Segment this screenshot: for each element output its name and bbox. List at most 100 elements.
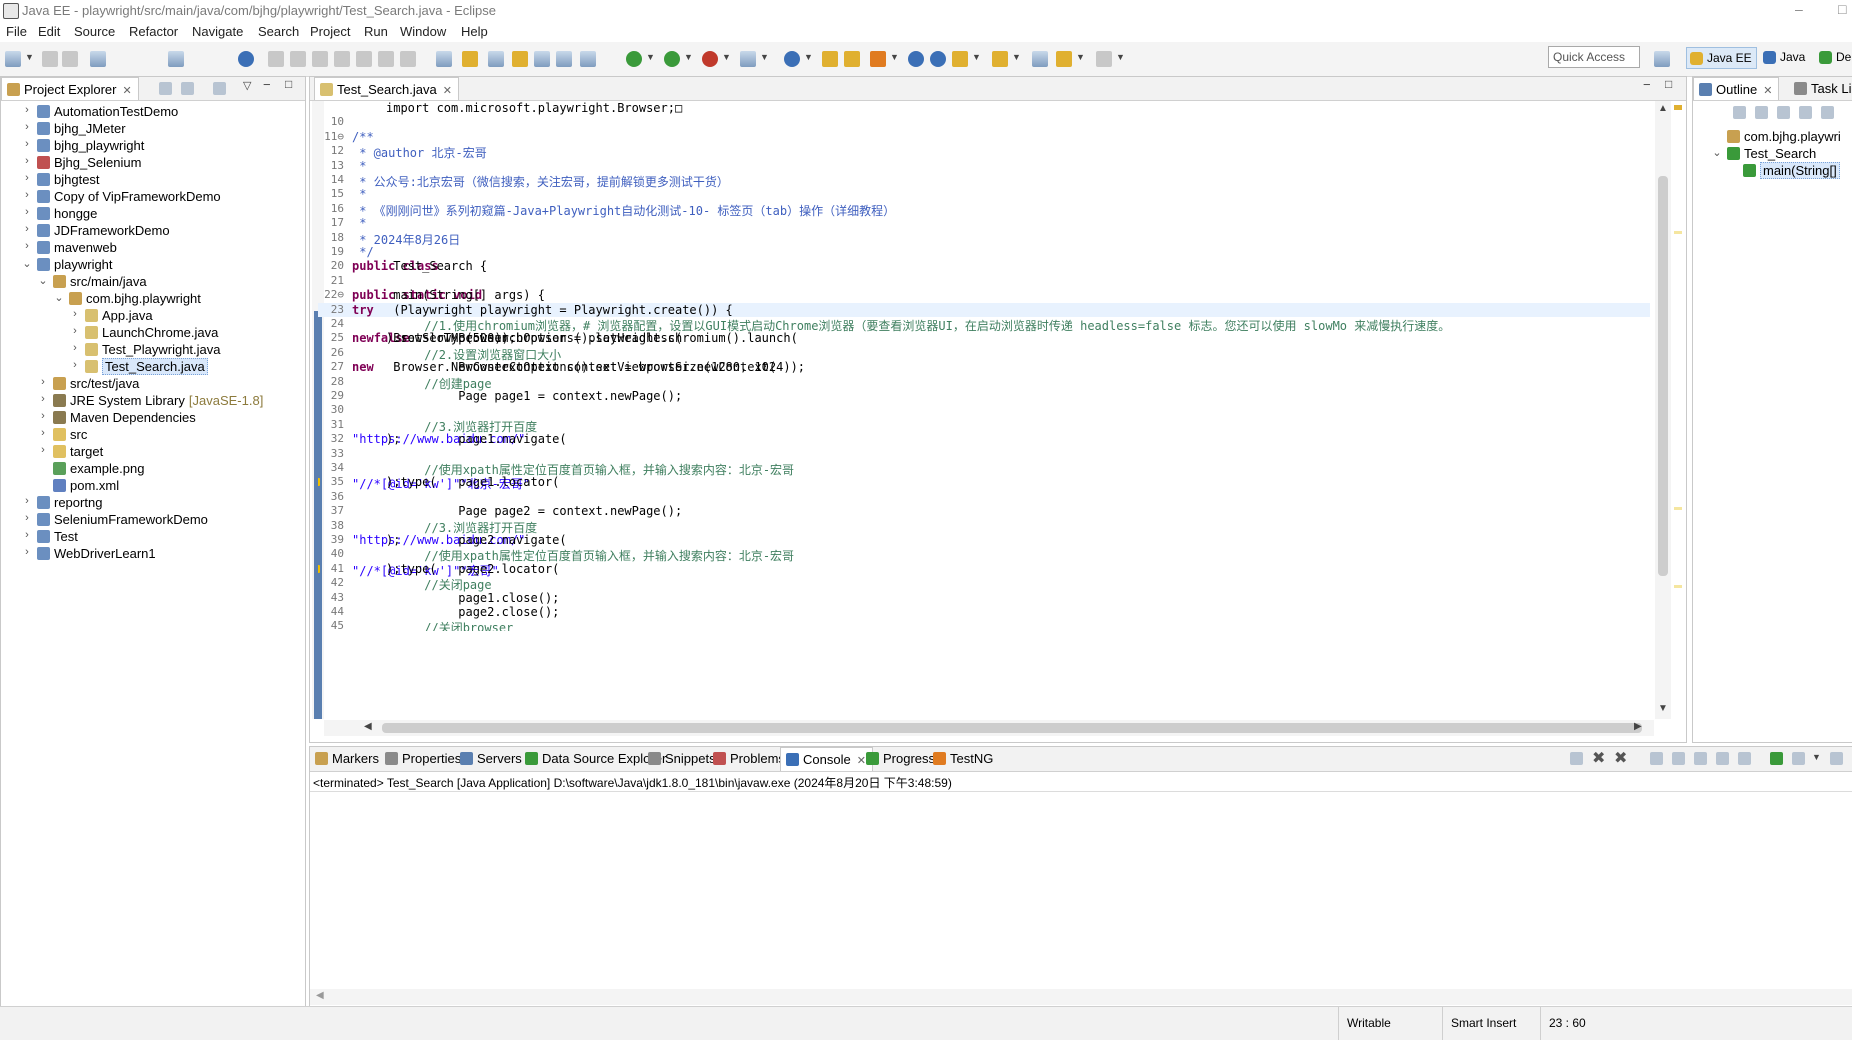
tree-item-jdframeworkdemo[interactable]: › JDFrameworkDemo (25, 223, 169, 240)
step-over-icon[interactable] (378, 51, 394, 67)
expand-arrow-icon[interactable]: › (37, 376, 49, 388)
tree-item-com-bjhg-playwright[interactable]: ⌄ com.bjhg.playwright (54, 291, 201, 308)
maximize-button[interactable]: □ (1838, 1, 1846, 17)
tree-item-bjhg-jmeter[interactable]: › bjhg_JMeter (25, 121, 125, 138)
tree-item-src[interactable]: › src (41, 427, 87, 444)
save-all-icon[interactable] (62, 51, 78, 67)
tree-item-bjhg-playwright[interactable]: › bjhg_playwright (25, 138, 144, 155)
next-annotation-dropdown-icon[interactable]: ▼ (972, 52, 981, 62)
expand-arrow-icon[interactable]: › (21, 546, 33, 558)
tab-testng[interactable]: TestNG (928, 747, 999, 771)
last-edit-location-icon[interactable] (1032, 51, 1048, 67)
code-line[interactable]: page1.locator("//*[@id='kw']").type("北京-… (352, 475, 559, 492)
menu-run[interactable]: Run (364, 24, 388, 39)
new-dropdown-icon[interactable]: ▼ (25, 52, 34, 62)
warning-icon[interactable] (318, 478, 320, 487)
run-icon[interactable] (664, 51, 680, 67)
tree-item-reportng[interactable]: › reportng (25, 495, 102, 512)
skip-breakpoints-icon[interactable] (238, 51, 254, 67)
expand-arrow-icon[interactable]: › (21, 240, 33, 252)
expand-arrow-icon[interactable]: › (21, 189, 33, 201)
tree-item-bjhg-selenium[interactable]: › Bjhg_Selenium (25, 155, 141, 172)
code-line[interactable]: * @author 北京-宏哥 (352, 144, 486, 161)
code-line[interactable]: * (352, 187, 366, 201)
show-on-error-icon[interactable] (1738, 752, 1751, 765)
toggle-block-selection-icon[interactable] (462, 51, 478, 67)
expand-arrow-icon[interactable]: › (21, 172, 33, 184)
warning-marker[interactable] (1674, 105, 1682, 110)
maximize-view-icon[interactable]: □ (285, 77, 292, 91)
code-line[interactable]: page1.navigate("https://www.baidu.com/")… (352, 432, 567, 446)
next-annotation-icon[interactable] (952, 51, 968, 67)
occurrence-marker[interactable] (1674, 231, 1682, 234)
overview-ruler[interactable] (1672, 101, 1684, 719)
collapse-all-icon[interactable] (1755, 106, 1768, 119)
coverage-icon[interactable] (702, 51, 718, 67)
scroll-lock-icon[interactable] (1672, 752, 1685, 765)
perspective-java-ee[interactable]: Java EE (1686, 47, 1757, 69)
expand-arrow-icon[interactable]: › (69, 342, 81, 354)
collapse-all-icon[interactable] (159, 82, 172, 95)
highlight-icon[interactable] (512, 51, 528, 67)
expand-arrow-icon[interactable]: › (21, 512, 33, 524)
show-on-output-icon[interactable] (1716, 752, 1729, 765)
display-console-icon[interactable] (1792, 752, 1805, 765)
tab-servers[interactable]: Servers (455, 747, 528, 771)
code-line[interactable]: page2.navigate("https://www.baidu.com/")… (352, 533, 567, 547)
outline-item-main-string-[interactable]: main(String[] (1743, 162, 1840, 180)
expand-arrow-icon[interactable]: › (37, 393, 49, 405)
open-type-icon[interactable] (822, 51, 838, 67)
scroll-left-icon[interactable]: ◀ (316, 990, 324, 1001)
search-dropdown-icon[interactable]: ▼ (890, 52, 899, 62)
coverage-dropdown-icon[interactable]: ▼ (722, 52, 731, 62)
show-source-icon[interactable] (556, 51, 572, 67)
run-dropdown-icon[interactable]: ▼ (684, 52, 693, 62)
tree-item-src-test-java[interactable]: › src/test/java (41, 376, 139, 393)
forward-icon[interactable] (1096, 51, 1112, 67)
step-return-icon[interactable] (400, 51, 416, 67)
search-icon[interactable] (870, 51, 886, 67)
tree-item-automationtestdemo[interactable]: › AutomationTestDemo (25, 104, 178, 121)
menu-source[interactable]: Source (74, 24, 115, 39)
scroll-right-icon[interactable]: ▶ (1634, 721, 1642, 732)
tab-console[interactable]: Console ✕ (780, 747, 873, 771)
code-line[interactable]: * 《刚刚问世》系列初窥篇-Java+Playwright自动化测试-10- 标… (352, 202, 895, 219)
tab-problems[interactable]: Problems (708, 747, 791, 771)
code-line[interactable]: try (Playwright playwright = Playwright.… (352, 303, 733, 317)
view-menu-icon[interactable]: ▽ (243, 79, 251, 92)
occurrence-marker[interactable] (1674, 585, 1682, 588)
code-line[interactable]: * (352, 159, 366, 173)
menu-edit[interactable]: Edit (38, 24, 60, 39)
hide-fields-icon[interactable] (1777, 106, 1790, 119)
new-icon[interactable] (5, 51, 21, 67)
new-server-dropdown-icon[interactable]: ▼ (804, 52, 813, 62)
tree-item-target[interactable]: › target (41, 444, 103, 461)
web-browser-icon[interactable] (930, 51, 946, 67)
tree-item-maven-dependencies[interactable]: › Maven Dependencies (41, 410, 196, 427)
horizontal-scroll-thumb[interactable] (382, 723, 1642, 733)
tree-item-app-java[interactable]: › App.java (73, 308, 152, 325)
code-line[interactable]: */ (352, 245, 373, 259)
debug-dropdown-icon[interactable]: ▼ (646, 52, 655, 62)
expand-arrow-icon[interactable]: › (37, 444, 49, 456)
paragraph-icon[interactable] (580, 51, 596, 67)
disconnect-icon[interactable] (334, 51, 350, 67)
tree-item-copy-of-vipframeworkdemo[interactable]: › Copy of VipFrameworkDemo (25, 189, 221, 206)
save-icon[interactable] (42, 51, 58, 67)
previous-annotation-icon[interactable] (992, 51, 1008, 67)
tree-item-test[interactable]: › Test (25, 529, 78, 546)
step-into-icon[interactable] (356, 51, 372, 67)
expand-arrow-icon[interactable]: › (21, 529, 33, 541)
print-icon[interactable] (90, 51, 106, 67)
tree-item-pom-xml[interactable]: pom.xml (53, 478, 119, 495)
tree-item-test-playwright-java[interactable]: › Test_Playwright.java (73, 342, 220, 359)
editor-horizontal-scrollbar[interactable]: ◀ ▶ (324, 720, 1654, 736)
quick-access-input[interactable]: Quick Access (1548, 46, 1640, 68)
minimize-view-icon[interactable]: − (263, 77, 271, 92)
back-icon[interactable] (1056, 51, 1072, 67)
expand-arrow-icon[interactable]: › (21, 495, 33, 507)
expand-arrow-icon[interactable]: › (21, 206, 33, 218)
open-perspective-icon[interactable] (1654, 51, 1670, 67)
tab-test-search-java[interactable]: Test_Search.java ✕ (314, 77, 459, 100)
menu-window[interactable]: Window (400, 24, 446, 39)
